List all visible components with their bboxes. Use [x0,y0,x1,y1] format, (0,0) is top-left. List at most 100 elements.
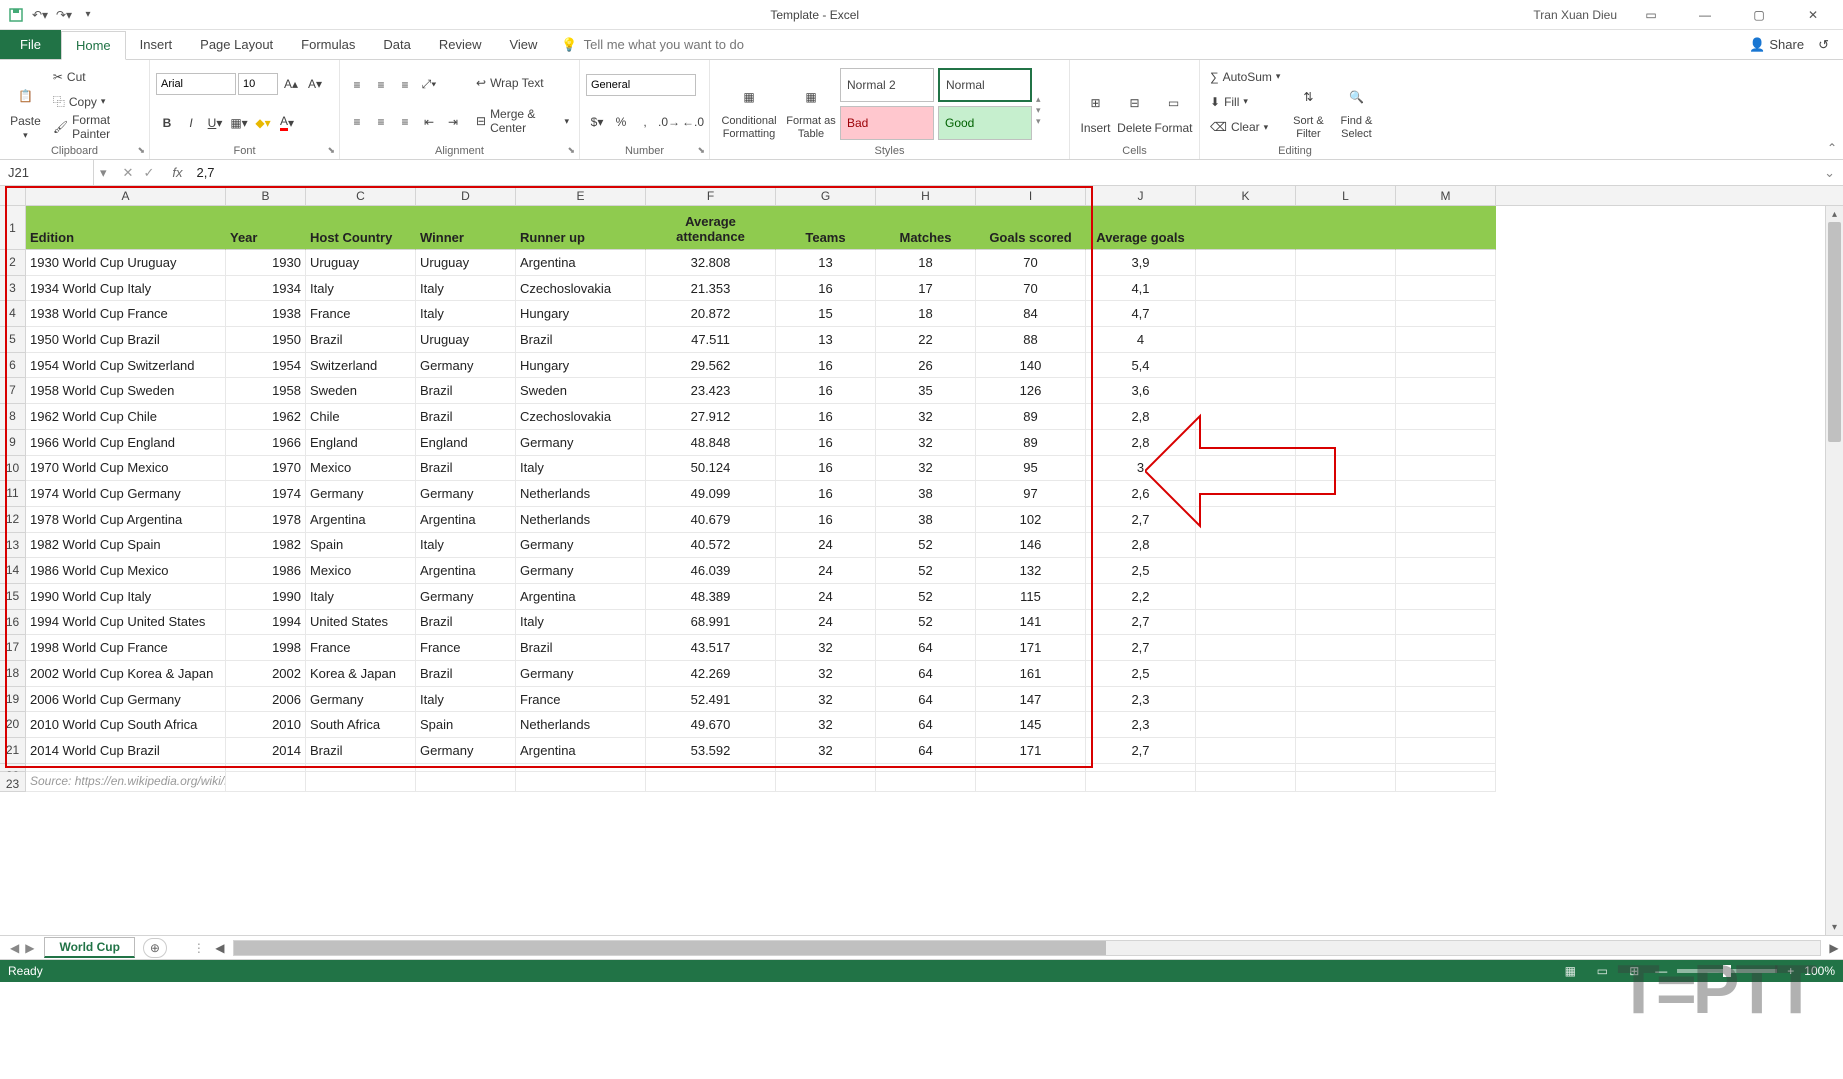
cell[interactable]: 48.389 [646,584,776,610]
font-size-select[interactable] [238,73,278,95]
cell[interactable]: 2,5 [1086,661,1196,687]
row-header[interactable]: 17 [0,635,26,661]
row-header[interactable]: 20 [0,712,26,738]
cell[interactable]: 16 [776,276,876,302]
cell[interactable] [516,772,646,792]
cell[interactable] [1196,661,1296,687]
cell[interactable]: Hungary [516,353,646,379]
cell[interactable]: Germany [306,687,416,713]
col-header-L[interactable]: L [1296,186,1396,205]
align-right-icon[interactable]: ≡ [394,111,416,133]
cell[interactable]: 17 [876,276,976,302]
cell[interactable] [1196,687,1296,713]
normal-view-icon[interactable]: ▦ [1559,962,1581,980]
cell[interactable]: 64 [876,712,976,738]
cell[interactable] [1396,378,1496,404]
styles-scroll-up-icon[interactable]: ▴ [1036,94,1041,105]
row-header[interactable]: 21 [0,738,26,764]
cell[interactable] [1396,481,1496,507]
autosum-button[interactable]: ∑AutoSum▾ [1206,65,1284,89]
cell[interactable] [1296,610,1396,636]
cell[interactable] [776,764,876,772]
select-all-corner[interactable] [0,186,26,205]
cell[interactable]: 24 [776,558,876,584]
cell[interactable]: 1962 [226,404,306,430]
cell[interactable]: Argentina [516,250,646,276]
review-tab[interactable]: Review [425,30,496,59]
cell[interactable]: Argentina [416,507,516,533]
insert-cells-button[interactable]: ⊞Insert [1076,64,1115,157]
tellme[interactable]: 💡 Tell me what you want to do [561,37,744,53]
row-header[interactable]: 19 [0,687,26,713]
cell[interactable]: Winner [416,206,516,250]
cell[interactable]: 26 [876,353,976,379]
cell[interactable]: Chile [306,404,416,430]
cell[interactable]: 46.039 [646,558,776,584]
cell[interactable]: Brazil [306,327,416,353]
cell[interactable] [1196,481,1296,507]
cell[interactable]: 2,7 [1086,507,1196,533]
cell[interactable]: 32 [876,456,976,482]
cell[interactable]: Mexico [306,456,416,482]
row-header[interactable]: 7 [0,378,26,404]
cell[interactable]: 2002 World Cup Korea & Japan [26,661,226,687]
scroll-up-icon[interactable]: ▴ [1826,206,1843,222]
row-header[interactable]: 8 [0,404,26,430]
cell[interactable]: 2010 [226,712,306,738]
cell[interactable]: 49.099 [646,481,776,507]
cell[interactable]: 1990 World Cup Italy [26,584,226,610]
col-header-J[interactable]: J [1086,186,1196,205]
cell[interactable] [1196,404,1296,430]
cell[interactable]: 48.848 [646,430,776,456]
file-tab[interactable]: File [0,30,61,59]
cell[interactable] [1296,250,1396,276]
cell[interactable]: 1978 [226,507,306,533]
cell[interactable]: Argentina [416,558,516,584]
fill-button[interactable]: ⬇Fill▾ [1206,90,1284,114]
cell[interactable]: 1994 [226,610,306,636]
cell[interactable]: Italy [416,533,516,559]
orientation-icon[interactable]: ⤢▾ [418,74,440,96]
cell[interactable]: Brazil [306,738,416,764]
cell[interactable]: 3,9 [1086,250,1196,276]
cell[interactable]: United States [306,610,416,636]
scroll-thumb[interactable] [1828,222,1841,442]
cell[interactable]: 1966 [226,430,306,456]
percent-format-icon[interactable]: % [610,111,632,133]
cell[interactable]: 16 [776,353,876,379]
cell[interactable]: 2,8 [1086,430,1196,456]
cell[interactable] [1396,584,1496,610]
cell[interactable]: 171 [976,635,1086,661]
cell[interactable]: 95 [976,456,1086,482]
cell[interactable]: Italy [416,301,516,327]
h-scroll-thumb[interactable] [234,941,1106,955]
cell[interactable]: 146 [976,533,1086,559]
cell[interactable]: 24 [776,610,876,636]
cell[interactable] [1196,738,1296,764]
cell[interactable] [1196,507,1296,533]
cell[interactable]: 147 [976,687,1086,713]
cell[interactable]: 1934 World Cup Italy [26,276,226,302]
comma-format-icon[interactable]: , [634,111,656,133]
cell[interactable]: Italy [516,610,646,636]
cell[interactable] [1196,430,1296,456]
cell[interactable] [1196,327,1296,353]
bold-icon[interactable]: B [156,112,178,134]
redo-icon[interactable]: ↷▾ [56,7,72,23]
cell[interactable]: Argentina [306,507,416,533]
cell[interactable]: 13 [776,250,876,276]
cell[interactable]: Brazil [516,327,646,353]
cell[interactable]: 3 [1086,456,1196,482]
cell[interactable]: Germany [516,430,646,456]
cell[interactable]: England [306,430,416,456]
cell[interactable]: 47.511 [646,327,776,353]
cell[interactable] [1296,661,1396,687]
cell[interactable]: Brazil [516,635,646,661]
cell[interactable] [1196,772,1296,792]
vertical-scrollbar[interactable]: ▴ ▾ [1825,206,1843,935]
cell[interactable] [1196,250,1296,276]
cell[interactable]: 102 [976,507,1086,533]
cell[interactable]: 29.562 [646,353,776,379]
cell[interactable]: 32 [876,404,976,430]
cell[interactable]: Switzerland [306,353,416,379]
